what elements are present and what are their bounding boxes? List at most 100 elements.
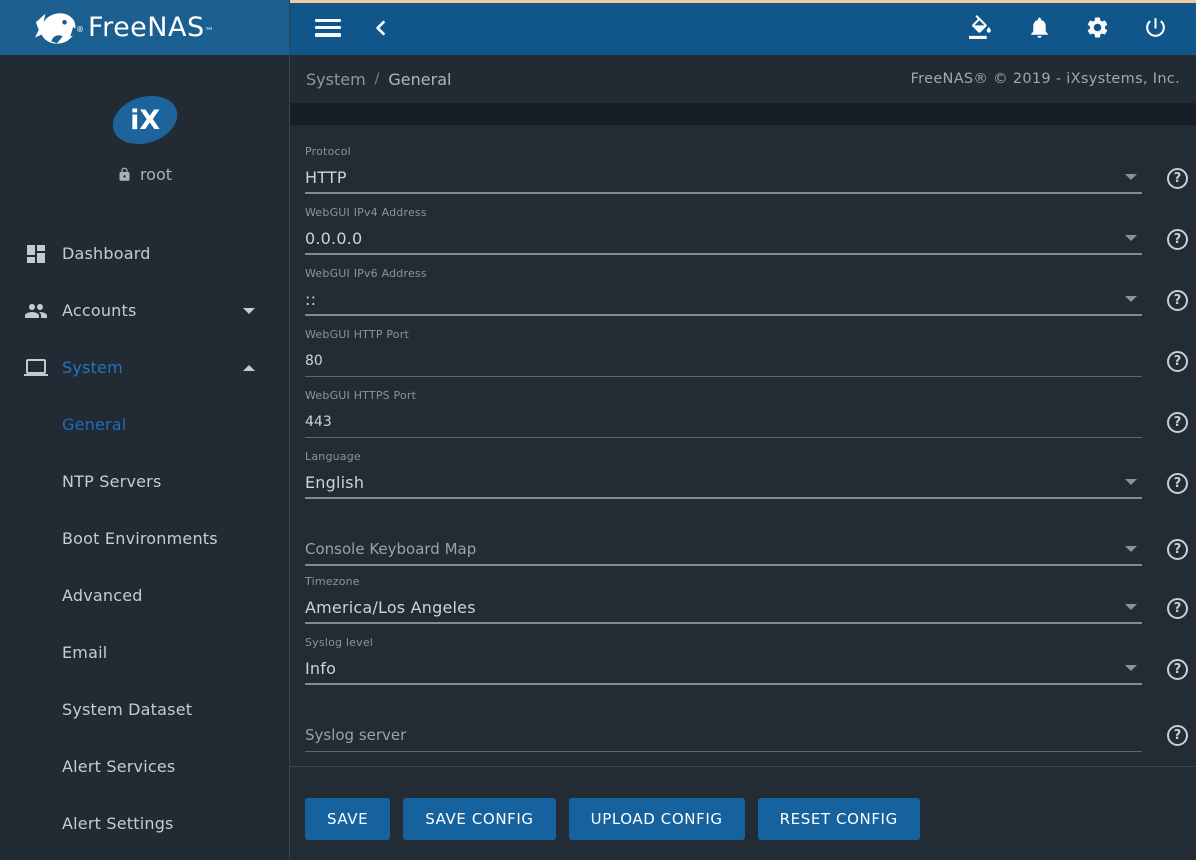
help-icon[interactable]: ? xyxy=(1167,168,1188,189)
https-port-control xyxy=(305,406,1142,438)
menu-icon[interactable] xyxy=(315,19,341,37)
help-icon[interactable]: ? xyxy=(1167,412,1188,433)
chevron-down-icon xyxy=(1125,665,1137,671)
breadcrumb-separator: / xyxy=(375,71,380,87)
field-label: Protocol xyxy=(305,145,1188,162)
save-config-button[interactable]: SAVE CONFIG xyxy=(403,798,555,840)
settings-gear-icon[interactable] xyxy=(1085,15,1110,40)
field-protocol: Protocol HTTP ? xyxy=(305,141,1188,202)
sidebar-item-accounts[interactable]: Accounts xyxy=(0,282,289,339)
chevron-down-icon xyxy=(1125,546,1137,552)
chevron-down-icon xyxy=(1125,235,1137,241)
syslog-server-control xyxy=(305,720,1142,752)
username: root xyxy=(140,165,172,184)
laptop-icon xyxy=(24,356,48,380)
field-webgui-https-port: WebGUI HTTPS Port ? xyxy=(305,385,1188,446)
content-area: Protocol HTTP ? WebGUI IPv4 Address 0.0.… xyxy=(290,103,1196,860)
sidebar-item-system[interactable]: System xyxy=(0,339,289,396)
webgui-https-port-input[interactable] xyxy=(305,414,1142,430)
field-timezone: Timezone America/Los Angeles ? xyxy=(305,571,1188,632)
app-window: ® FreeNAS™ iX root Dashboard xyxy=(0,0,1196,860)
form-actions: SAVE SAVE CONFIG UPLOAD CONFIG RESET CON… xyxy=(290,766,1196,860)
sidebar-item-boot-environments[interactable]: Boot Environments xyxy=(0,510,289,567)
field-syslog-server: ? xyxy=(305,712,1188,757)
brand-logo[interactable]: ® FreeNAS™ xyxy=(0,0,289,55)
sidebar-menu: Dashboard Accounts System General N xyxy=(0,225,289,860)
user-panel: iX root xyxy=(0,55,289,225)
console-keyboard-map-select[interactable]: Console Keyboard Map xyxy=(305,534,1142,566)
field-console-keyboard-map: Console Keyboard Map ? xyxy=(305,526,1188,571)
field-webgui-ipv4: WebGUI IPv4 Address 0.0.0.0 ? xyxy=(305,202,1188,263)
chevron-down-icon xyxy=(1125,479,1137,485)
breadcrumb-general: General xyxy=(388,70,451,89)
brand-name: FreeNAS xyxy=(88,12,205,43)
webgui-http-port-input[interactable] xyxy=(305,353,1142,369)
chevron-up-icon xyxy=(243,365,255,371)
notifications-bell-icon[interactable] xyxy=(1027,15,1052,40)
lock-icon xyxy=(117,167,132,182)
field-language: Language English ? xyxy=(305,446,1188,507)
http-port-control xyxy=(305,345,1142,377)
field-label: WebGUI IPv4 Address xyxy=(305,206,1188,223)
breadcrumb: System / General FreeNAS® © 2019 - iXsys… xyxy=(290,55,1196,103)
field-label: Timezone xyxy=(305,575,1188,592)
progress-bar xyxy=(290,0,1196,3)
syslog-level-select[interactable]: Info xyxy=(305,653,1142,685)
syslog-server-input[interactable] xyxy=(305,728,1142,744)
save-button[interactable]: SAVE xyxy=(305,798,390,840)
upload-config-button[interactable]: UPLOAD CONFIG xyxy=(569,798,745,840)
sidebar-item-alert-services[interactable]: Alert Services xyxy=(0,738,289,795)
avatar-text: iX xyxy=(129,104,159,135)
help-icon[interactable]: ? xyxy=(1167,229,1188,250)
chevron-down-icon xyxy=(243,308,255,314)
dashboard-icon xyxy=(24,242,48,266)
help-icon[interactable]: ? xyxy=(1167,351,1188,372)
field-label: WebGUI IPv6 Address xyxy=(305,267,1188,284)
topbar xyxy=(290,0,1196,55)
help-icon[interactable]: ? xyxy=(1167,725,1188,746)
webgui-ipv4-select[interactable]: 0.0.0.0 xyxy=(305,223,1142,255)
general-settings-card: Protocol HTTP ? WebGUI IPv4 Address 0.0.… xyxy=(290,125,1196,860)
field-label: Language xyxy=(305,450,1188,467)
help-icon[interactable]: ? xyxy=(1167,659,1188,680)
help-icon[interactable]: ? xyxy=(1167,598,1188,619)
field-label: Syslog level xyxy=(305,636,1188,653)
sidebar-item-ntp-servers[interactable]: NTP Servers xyxy=(0,453,289,510)
breadcrumb-system[interactable]: System xyxy=(306,70,366,89)
chevron-down-icon xyxy=(1125,604,1137,610)
copyright-text: FreeNAS® © 2019 - iXsystems, Inc. xyxy=(911,71,1180,87)
topbar-actions xyxy=(969,15,1168,40)
chevron-down-icon xyxy=(1125,174,1137,180)
help-icon[interactable]: ? xyxy=(1167,539,1188,560)
field-label: WebGUI HTTP Port xyxy=(305,328,1188,345)
registered-mark: ® xyxy=(76,25,84,34)
protocol-select[interactable]: HTTP xyxy=(305,162,1142,194)
field-webgui-http-port: WebGUI HTTP Port ? xyxy=(305,324,1188,385)
language-select[interactable]: English xyxy=(305,467,1142,499)
sidebar: ® FreeNAS™ iX root Dashboard xyxy=(0,0,290,860)
avatar[interactable]: iX xyxy=(106,87,183,151)
sidebar-item-email[interactable]: Email xyxy=(0,624,289,681)
reset-config-button[interactable]: RESET CONFIG xyxy=(758,798,920,840)
field-webgui-ipv6: WebGUI IPv6 Address :: ? xyxy=(305,263,1188,324)
power-icon[interactable] xyxy=(1143,15,1168,40)
freenas-shark-icon xyxy=(30,7,80,49)
help-icon[interactable]: ? xyxy=(1167,473,1188,494)
chevron-down-icon xyxy=(1125,296,1137,302)
collapse-sidebar-icon[interactable] xyxy=(371,18,391,38)
sidebar-item-general[interactable]: General xyxy=(0,396,289,453)
main-area: System / General FreeNAS® © 2019 - iXsys… xyxy=(290,0,1196,860)
people-icon xyxy=(24,299,48,323)
sidebar-item-advanced[interactable]: Advanced xyxy=(0,567,289,624)
theme-paint-bucket-icon[interactable] xyxy=(969,15,994,40)
webgui-ipv6-select[interactable]: :: xyxy=(305,284,1142,316)
timezone-select[interactable]: America/Los Angeles xyxy=(305,592,1142,624)
field-label: WebGUI HTTPS Port xyxy=(305,389,1188,406)
logged-in-user: root xyxy=(117,165,172,184)
sidebar-item-dashboard[interactable]: Dashboard xyxy=(0,225,289,282)
trademark: ™ xyxy=(205,27,214,37)
field-syslog-level: Syslog level Info ? xyxy=(305,632,1188,693)
sidebar-item-system-dataset[interactable]: System Dataset xyxy=(0,681,289,738)
help-icon[interactable]: ? xyxy=(1167,290,1188,311)
sidebar-item-alert-settings[interactable]: Alert Settings xyxy=(0,795,289,852)
